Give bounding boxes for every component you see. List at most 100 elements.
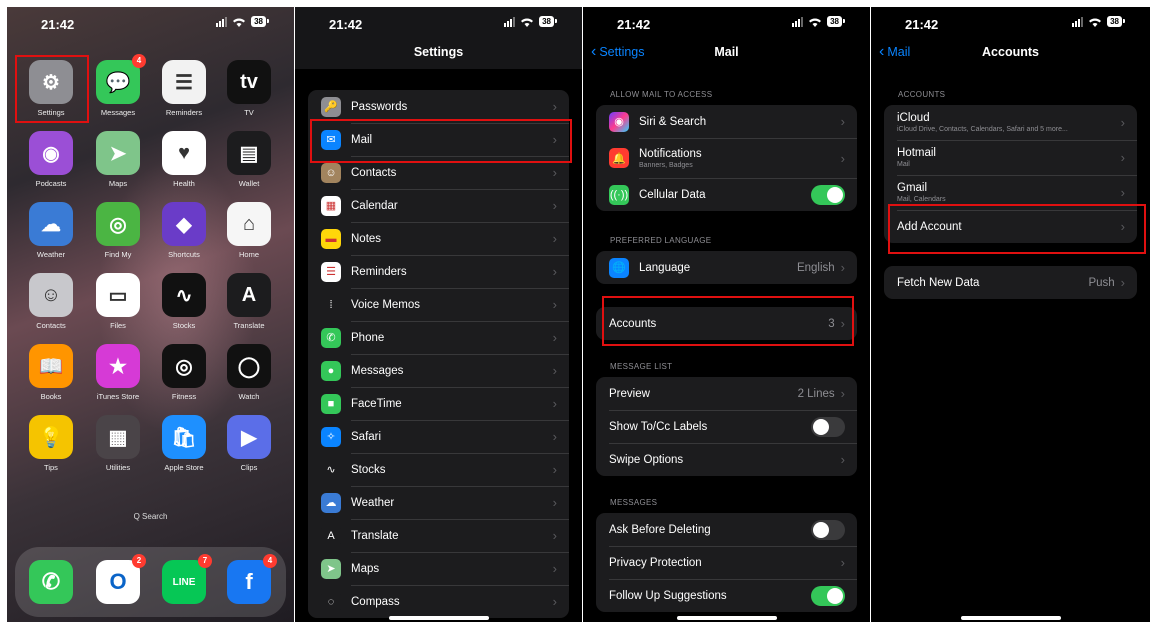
battery-icon: 38 [1107, 16, 1125, 27]
settings-item-reminders[interactable]: ☰ Reminders › [308, 255, 569, 288]
siri-search-row[interactable]: ◉ Siri & Search › [596, 105, 857, 138]
ask-delete-toggle[interactable] [811, 519, 845, 540]
account-services: Mail [897, 161, 910, 168]
chevron-right-icon: › [552, 363, 557, 378]
contact-icon: ☺ [29, 273, 73, 317]
video-icon: ■ [321, 393, 341, 414]
stocks-icon-glyph: ∿ [175, 284, 193, 307]
allow-group: ◉ Siri & Search › 🔔 Notifications Banners… [596, 105, 857, 211]
chevron-right-icon: › [1120, 115, 1125, 130]
app-files[interactable]: ▭ Files [96, 273, 140, 330]
settings-list: 🔑 Passwords › ✉ Mail › ☺ Contacts › ▦ Calendar › ▬ No… [308, 90, 569, 618]
app-apple-store[interactable]: 🛍 Apple Store [162, 415, 206, 472]
cellular-toggle[interactable] [811, 184, 845, 205]
app-label: Apple Store [164, 463, 204, 472]
app-utilities[interactable]: ▦ Utilities [96, 415, 140, 472]
settings-item-calendar[interactable]: ▦ Calendar › [308, 189, 569, 222]
app-maps[interactable]: ➤ Maps [96, 131, 140, 188]
status-bar: 21:42 38 [583, 16, 870, 34]
account-name: Hotmail [897, 147, 936, 159]
app-translate[interactable]: A Translate [227, 273, 271, 330]
wifi-icon [233, 18, 246, 27]
notification-badge: 4 [132, 54, 146, 68]
app-reminders[interactable]: ☰ Reminders [162, 60, 206, 117]
globe-icon: 🌐 [609, 257, 629, 278]
settings-item-stocks[interactable]: ∿ Stocks › [308, 453, 569, 486]
settings-item-phone[interactable]: ✆ Phone › [308, 321, 569, 354]
dock-line[interactable]: LINE 7 [162, 554, 212, 604]
app-watch[interactable]: ◯ Watch [227, 344, 271, 401]
settings-item-notes[interactable]: ▬ Notes › [308, 222, 569, 255]
app-weather[interactable]: ☁ Weather [29, 202, 73, 259]
app-stocks[interactable]: ∿ Stocks [162, 273, 206, 330]
cloud-icon: ☁ [29, 202, 73, 246]
settings-item-voice-memos[interactable]: ⁞ Voice Memos › [308, 288, 569, 321]
phone-icon: ✆ [29, 560, 73, 604]
app-books[interactable]: 📖 Books [29, 344, 73, 401]
row-label: Maps [351, 562, 380, 575]
settings-item-maps[interactable]: ➤ Maps › [308, 552, 569, 585]
row-sublabel: Banners, Badges [639, 161, 693, 169]
signal-icon [792, 16, 804, 27]
app-health[interactable]: ♥ Health [162, 131, 206, 188]
dock-phone[interactable]: ✆ [29, 560, 73, 604]
row-label: Notifications [639, 147, 702, 160]
podcast-icon: ◉ [29, 131, 73, 175]
compass-safari-icon-glyph: ✧ [326, 431, 336, 443]
app-label: Tips [44, 463, 58, 472]
app-home[interactable]: ⌂ Home [227, 202, 271, 259]
app-label: Watch [238, 392, 260, 401]
outlook-icon-glyph: O [109, 569, 127, 594]
app-label: Maps [108, 179, 128, 188]
dock-outlook[interactable]: O2 [96, 554, 146, 604]
calendar-icon-glyph: ▦ [325, 200, 337, 212]
app-fitness[interactable]: ◎ Fitness [162, 344, 206, 401]
fetch-new-data-row[interactable]: Fetch New Data Push › [884, 266, 1137, 299]
search-pill[interactable]: Q Search [7, 512, 294, 521]
app-clips[interactable]: ▶ Clips [227, 415, 271, 472]
message-bubble-icon-glyph: 💬 [105, 71, 131, 94]
settings-item-facetime[interactable]: ■ FaceTime › [308, 387, 569, 420]
settings-item-translate[interactable]: A Translate › [308, 519, 569, 552]
row-label: FaceTime [351, 397, 402, 410]
account-icloud[interactable]: iCloud iCloud Drive, Contacts, Calendars,… [884, 105, 1137, 140]
app-tv[interactable]: tv TV [227, 60, 271, 117]
app-messages[interactable]: 💬 4 Messages [96, 54, 146, 117]
app-wallet[interactable]: ▤ Wallet [227, 131, 271, 188]
app-find-my[interactable]: ◎ Find My [96, 202, 140, 259]
app-shortcuts[interactable]: ◆ Shortcuts [162, 202, 206, 259]
row-value: English [796, 261, 835, 274]
outlook-icon: O2 [96, 554, 146, 604]
account-hotmail[interactable]: Hotmail Mail › [884, 140, 1137, 175]
app-itunes-store[interactable]: ★ iTunes Store [96, 344, 140, 401]
message-bubble-icon: ● [321, 360, 341, 381]
preview-row[interactable]: Preview 2 Lines › [596, 377, 857, 410]
compass-safari-icon: ✧ [321, 426, 341, 447]
follow-up-toggle[interactable] [811, 585, 845, 606]
watch-icon-glyph: ◯ [237, 355, 261, 378]
star-icon-glyph: ★ [109, 355, 127, 378]
language-row[interactable]: 🌐 Language English › [596, 251, 857, 284]
map-icon: ➤ [321, 558, 341, 579]
chevron-right-icon: › [552, 396, 557, 411]
chevron-right-icon: › [840, 114, 845, 129]
app-podcasts[interactable]: ◉ Podcasts [29, 131, 73, 188]
dock-facebook[interactable]: f4 [227, 554, 277, 604]
wallet-icon: ▤ [227, 131, 271, 175]
settings-item-compass[interactable]: ◌ Compass › [308, 585, 569, 618]
swipe-options-row[interactable]: Swipe Options › [596, 443, 857, 476]
app-tips[interactable]: 💡 Tips [29, 415, 73, 472]
app-contacts[interactable]: ☺ Contacts [29, 273, 73, 330]
chevron-right-icon: › [1120, 185, 1125, 200]
settings-item-safari[interactable]: ✧ Safari › [308, 420, 569, 453]
translate-icon: A [227, 273, 271, 317]
line-icon-glyph: LINE [172, 576, 196, 588]
tocc-toggle[interactable] [811, 416, 845, 437]
privacy-row[interactable]: Privacy Protection › [596, 546, 857, 579]
notifications-row[interactable]: 🔔 Notifications Banners, Badges › [596, 138, 857, 178]
row-label: Voice Memos [351, 298, 421, 311]
settings-item-weather[interactable]: ☁ Weather › [308, 486, 569, 519]
podcast-icon-glyph: ◉ [42, 142, 60, 165]
section-header-language: PREFERRED LANGUAGE [610, 236, 712, 245]
settings-item-messages[interactable]: ● Messages › [308, 354, 569, 387]
